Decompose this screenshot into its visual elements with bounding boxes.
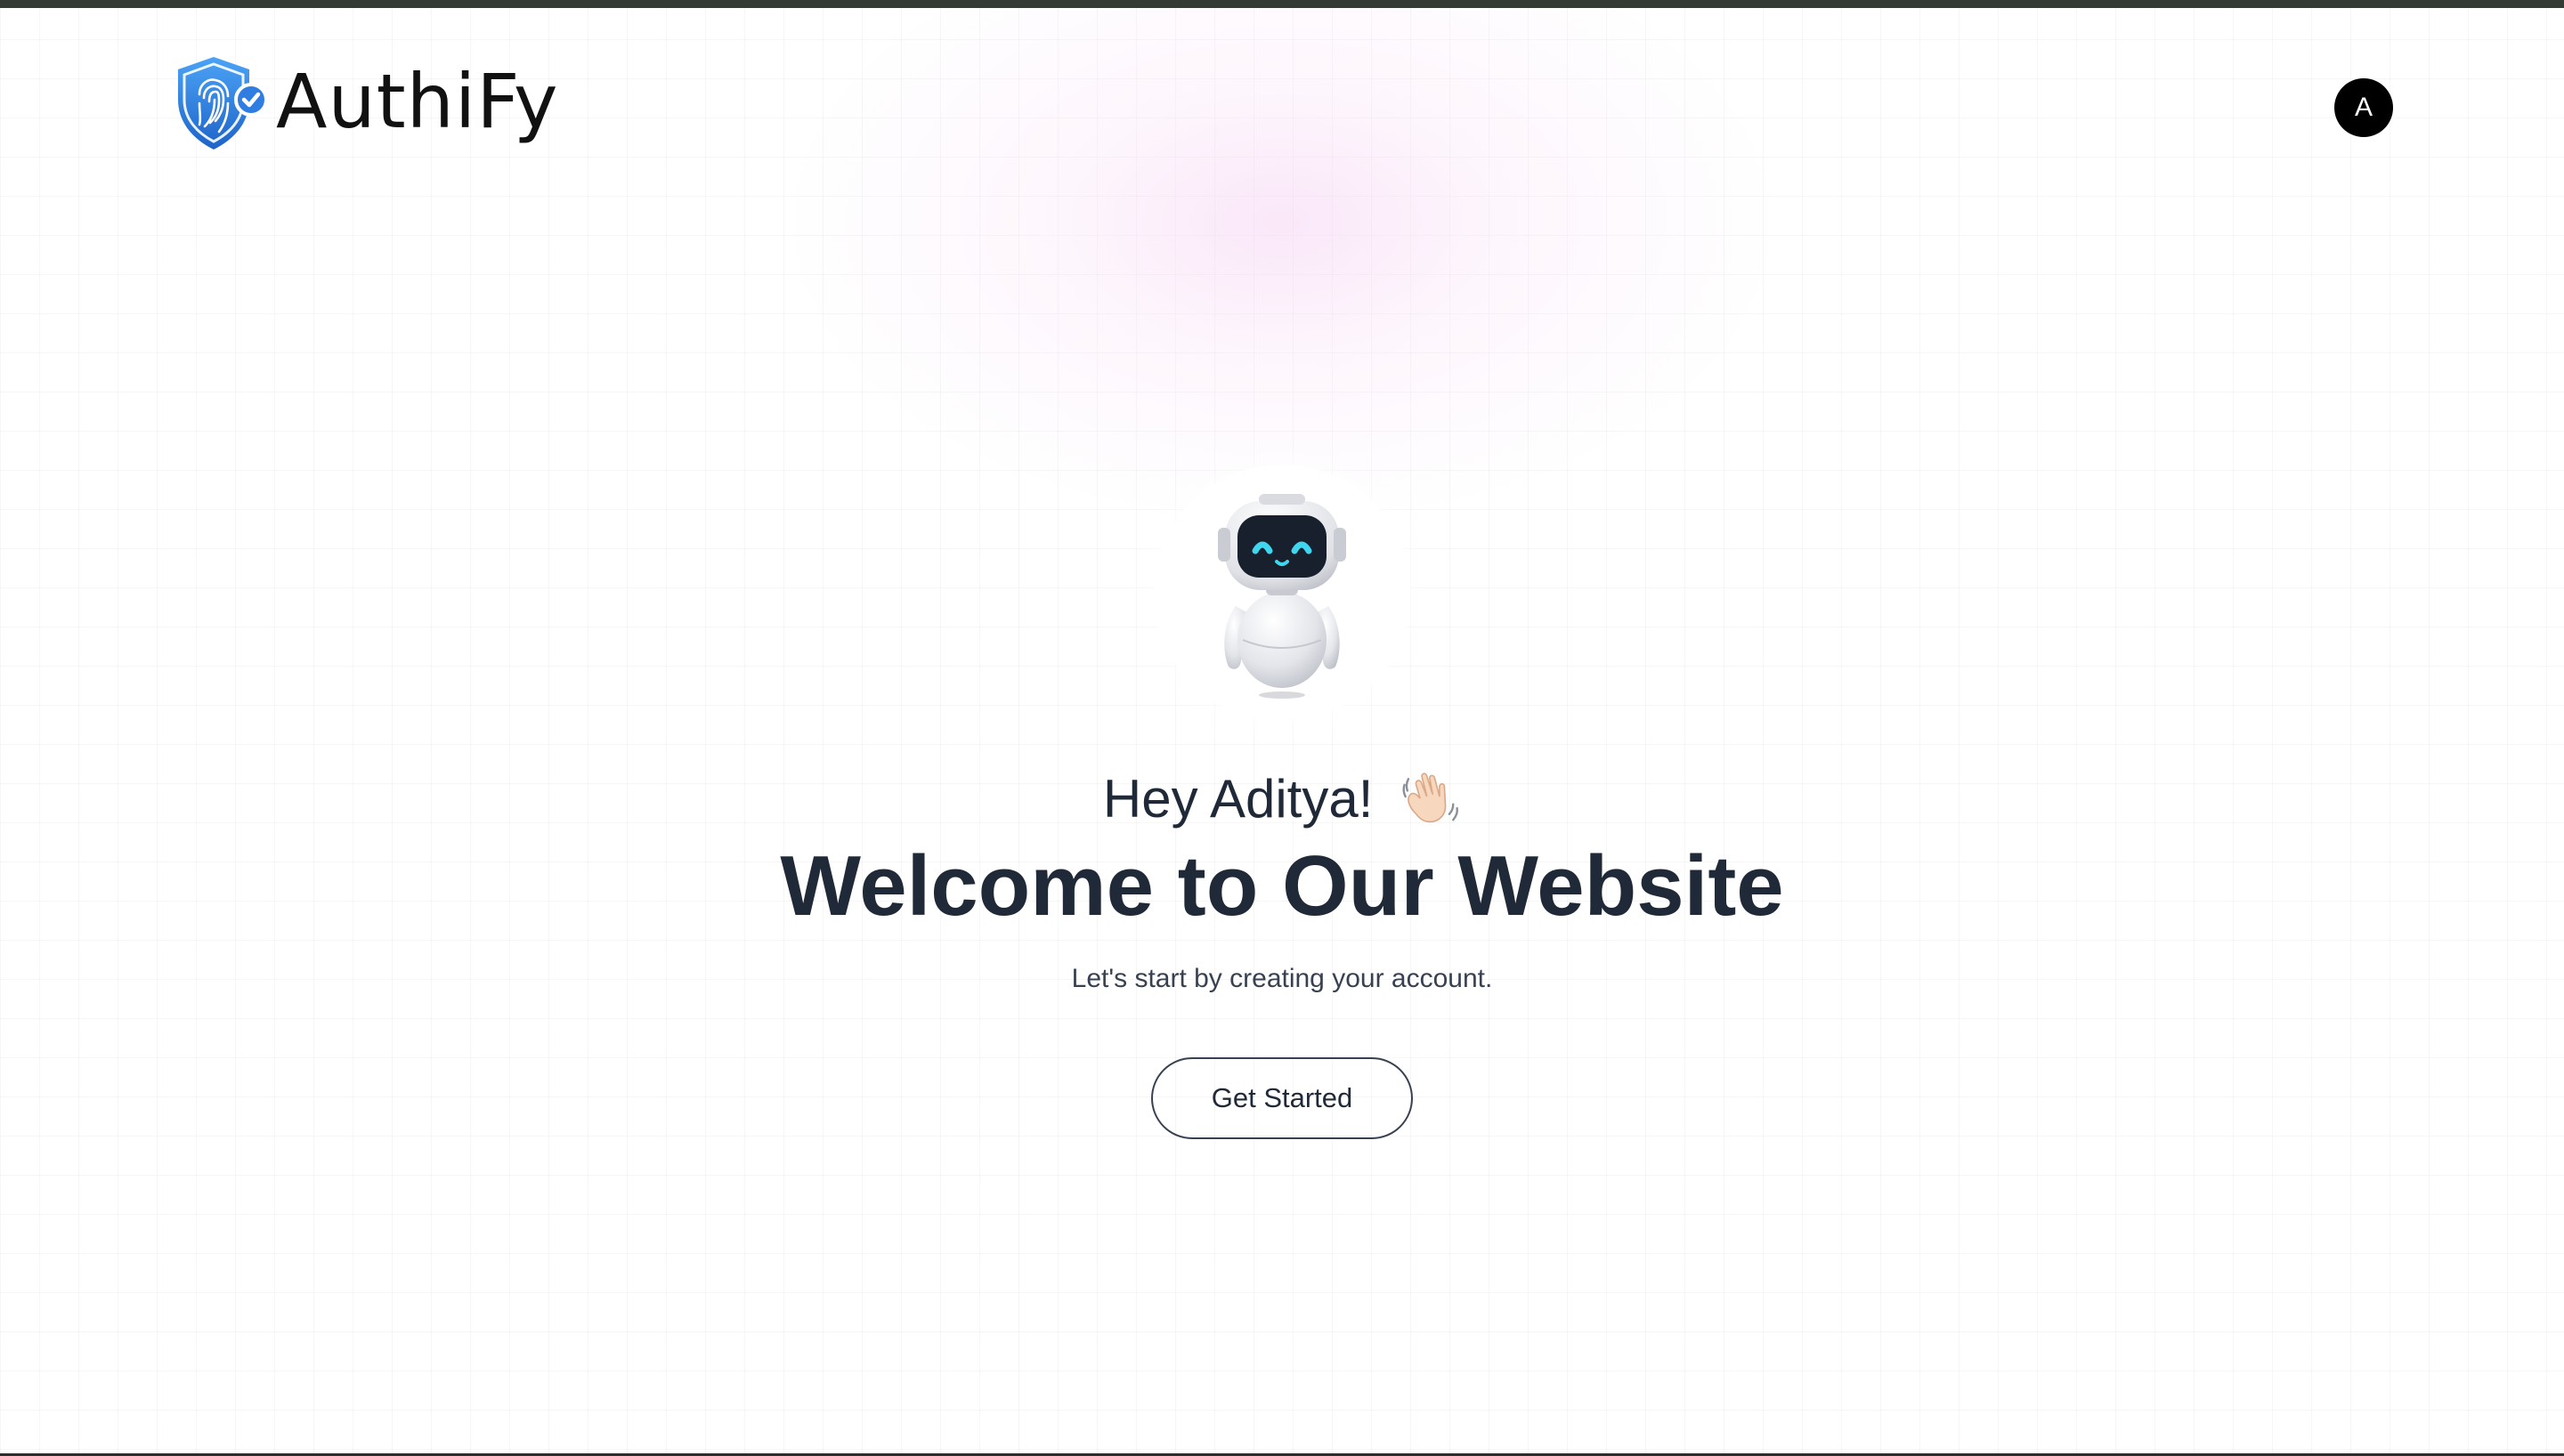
user-avatar[interactable]: A xyxy=(2334,78,2393,137)
subtext: Let's start by creating your account. xyxy=(1071,964,1493,993)
avatar-initial: A xyxy=(2354,93,2373,122)
brand-logo[interactable]: AuthiFy xyxy=(173,52,559,155)
get-started-button[interactable]: Get Started xyxy=(1151,1057,1413,1139)
headline: Welcome to Our Website xyxy=(780,838,1784,934)
robot-illustration xyxy=(1154,465,1410,721)
page: AuthiFy A Hey Aditya! Welcome to Our Web… xyxy=(0,0,2564,1456)
brand-name: AuthiFy xyxy=(276,58,559,145)
waving-hand-icon xyxy=(1402,772,1459,823)
fingerprint-shield-icon xyxy=(178,57,268,150)
greeting-text: Hey Aditya! xyxy=(1102,769,1374,829)
robot-icon xyxy=(1218,494,1346,699)
top-border xyxy=(0,0,2564,8)
greeting: Hey Aditya! xyxy=(0,764,2564,835)
